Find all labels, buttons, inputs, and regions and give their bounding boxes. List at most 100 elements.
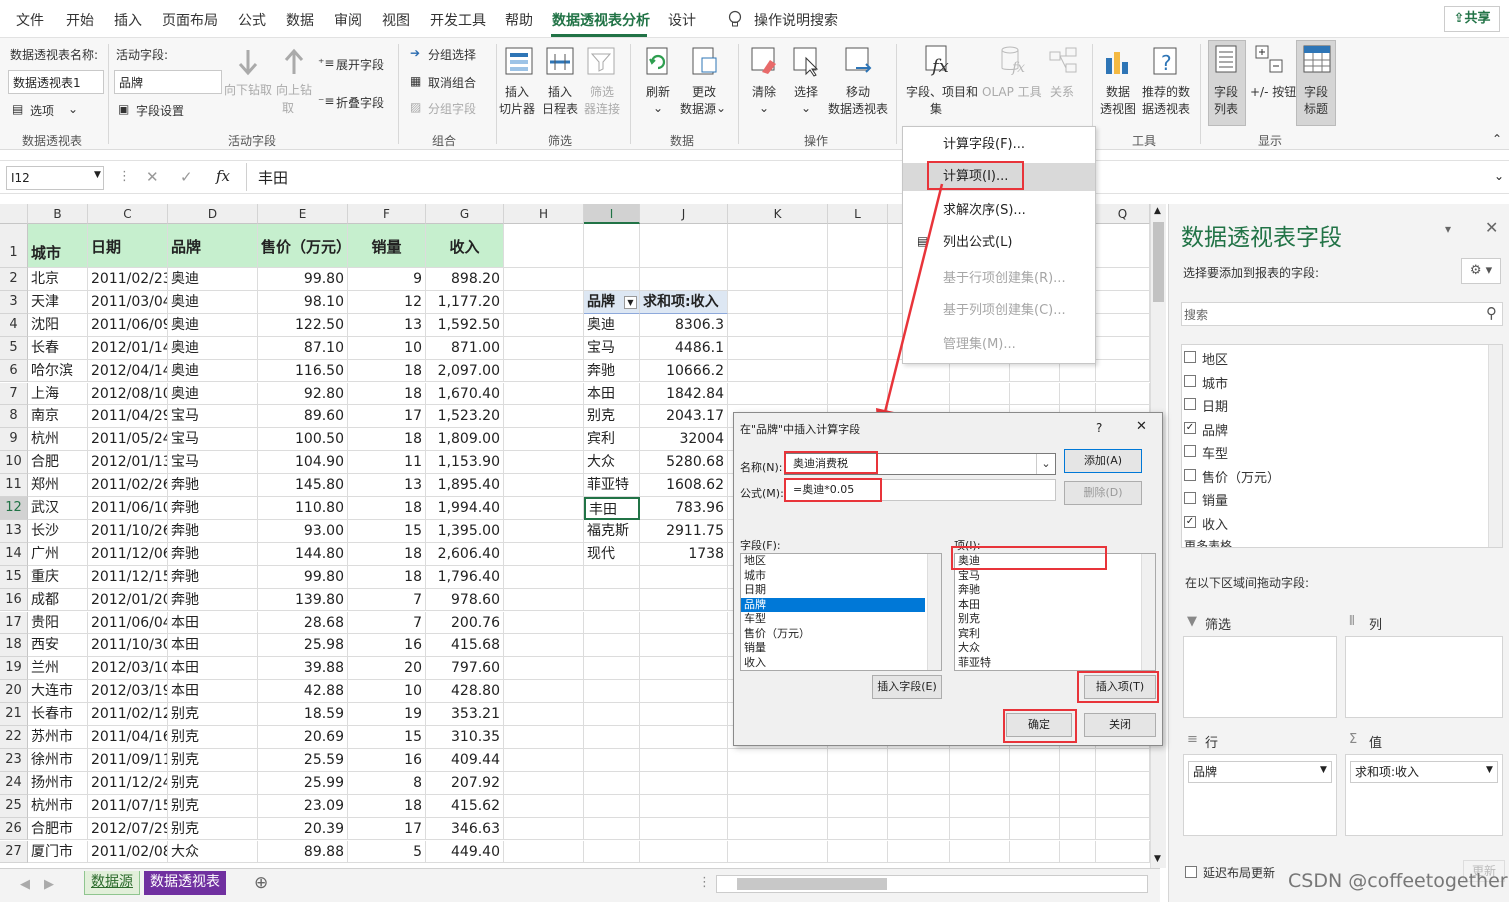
table-cell[interactable]: 2011/06/09 (88, 313, 168, 337)
grid-cell[interactable] (1060, 382, 1096, 406)
table-cell[interactable]: 2012/01/13 (88, 451, 168, 475)
grid-cell[interactable] (1096, 771, 1150, 795)
table-cell[interactable]: 16 (348, 634, 426, 658)
table-cell[interactable]: 奔驰 (168, 474, 258, 497)
grid-cell[interactable] (504, 359, 584, 383)
tab-data[interactable]: 数据 (286, 10, 314, 30)
grid-cell[interactable] (950, 748, 1010, 772)
table-cell[interactable]: 本田 (168, 657, 258, 681)
column-header[interactable]: K (728, 204, 828, 224)
grid-cell[interactable] (828, 771, 888, 795)
chevron-down-icon[interactable]: ▼ (1486, 765, 1493, 775)
drill-up-button[interactable]: 向上钻 (276, 82, 312, 99)
grid-cell[interactable] (640, 611, 728, 635)
table-cell[interactable]: 2011/02/12 (88, 703, 168, 726)
grid-cell[interactable] (1010, 840, 1060, 864)
table-cell[interactable]: 别克 (168, 703, 258, 726)
collapse-ribbon-icon[interactable]: ⌃ (1492, 132, 1502, 146)
dialog-item[interactable]: 菲亚特 (955, 656, 1155, 671)
insert-item-button[interactable]: 插入项(T) (1084, 675, 1156, 699)
row-header[interactable]: 6 (0, 359, 28, 383)
table-cell[interactable]: 别克 (168, 726, 258, 749)
table-cell[interactable]: 16 (348, 748, 426, 772)
table-cell[interactable]: 别克 (168, 817, 258, 841)
row-header[interactable]: 2 (0, 268, 28, 291)
table-cell[interactable]: 长春市 (28, 703, 88, 726)
values-field-chip[interactable]: 求和项:收入 (1350, 761, 1498, 783)
grid-cell[interactable] (584, 748, 640, 772)
grid-cell[interactable] (584, 588, 640, 612)
table-cell[interactable]: 2011/12/06 (88, 542, 168, 566)
dialog-item[interactable]: 别克 (955, 612, 1155, 627)
filters-drop-zone[interactable] (1183, 636, 1337, 718)
list-scrollbar[interactable] (927, 554, 941, 670)
share-button[interactable]: ⇪共享 (1444, 6, 1500, 32)
table-cell[interactable]: 奥迪 (168, 382, 258, 406)
grid-cell[interactable] (1096, 840, 1150, 864)
table-cell[interactable]: 2011/12/15 (88, 565, 168, 589)
pivot-row-label[interactable]: 本田 (584, 382, 640, 406)
table-cell[interactable]: 10 (348, 336, 426, 360)
row-header[interactable]: 1 (0, 224, 28, 268)
grid-cell[interactable] (728, 336, 828, 360)
tab-insert[interactable]: 插入 (114, 10, 142, 30)
table-cell[interactable]: 200.76 (426, 611, 504, 635)
table-cell[interactable]: 重庆 (28, 565, 88, 589)
table-cell[interactable]: 415.68 (426, 634, 504, 658)
table-cell[interactable]: 2,097.00 (426, 359, 504, 383)
grid-cell[interactable] (504, 680, 584, 704)
table-cell[interactable]: 2012/01/20 (88, 588, 168, 612)
collapse-field-button[interactable]: 折叠字段 (336, 94, 384, 111)
pivot-name-input[interactable]: 数据透视表1 (8, 70, 104, 94)
row-header[interactable]: 10 (0, 451, 28, 475)
select-button[interactable]: 选择 (794, 84, 818, 101)
table-cell[interactable]: 110.80 (258, 497, 348, 520)
dialog-field-item[interactable]: 售价（万元） (741, 627, 941, 642)
insert-field-button[interactable]: 插入字段(E) (872, 675, 942, 699)
rows-field-chip[interactable]: 品牌 (1188, 761, 1332, 783)
table-cell[interactable]: 25.59 (258, 748, 348, 772)
table-cell[interactable]: 杭州 (28, 428, 88, 452)
table-cell[interactable]: 99.80 (258, 565, 348, 589)
name-box[interactable]: I12 (6, 166, 104, 190)
clear-button[interactable]: 清除 (752, 84, 776, 101)
table-cell[interactable]: 18 (348, 565, 426, 589)
insert-function-icon[interactable]: fx (216, 167, 230, 185)
grid-cell[interactable] (950, 771, 1010, 795)
grid-cell[interactable] (584, 726, 640, 749)
dialog-item[interactable]: 奥迪 (955, 554, 1155, 569)
pivot-row-label[interactable]: 宝马 (584, 336, 640, 360)
add-sheet-icon[interactable]: ⊕ (254, 873, 268, 893)
grid-cell[interactable] (640, 703, 728, 726)
row-header[interactable]: 25 (0, 794, 28, 818)
table-cell[interactable]: 17 (348, 405, 426, 429)
dialog-item[interactable]: 奔驰 (955, 583, 1155, 598)
ok-button[interactable]: 确定 (1006, 713, 1072, 737)
table-cell[interactable]: 42.88 (258, 680, 348, 704)
fields-items-sets-button[interactable]: 字段、项目和 (906, 84, 978, 101)
tab-view[interactable]: 视图 (382, 10, 410, 30)
grid-cell[interactable] (1060, 748, 1096, 772)
column-header[interactable]: D (168, 204, 258, 224)
grid-cell[interactable] (1096, 290, 1150, 314)
field-checkbox[interactable]: ✓ (1184, 515, 1196, 528)
grid-cell[interactable] (504, 588, 584, 612)
next-sheet-icon[interactable]: ▶ (44, 877, 54, 892)
grid-cell[interactable] (728, 817, 828, 841)
table-cell[interactable]: 13 (348, 313, 426, 337)
dialog-field-item[interactable]: 城市 (741, 569, 941, 584)
table-cell[interactable]: 18 (348, 794, 426, 818)
table-cell[interactable]: 2011/12/24 (88, 771, 168, 795)
grid-cell[interactable] (728, 771, 828, 795)
table-cell[interactable]: 139.80 (258, 588, 348, 612)
tell-me-search[interactable]: 操作说明搜索 (754, 10, 838, 30)
grid-cell[interactable] (640, 748, 728, 772)
grid-cell[interactable] (584, 703, 640, 726)
grid-cell[interactable] (1060, 771, 1096, 795)
table-cell[interactable]: 2,606.40 (426, 542, 504, 566)
grid-cell[interactable] (728, 359, 828, 383)
column-header[interactable]: Q (1096, 204, 1150, 224)
grid-cell[interactable] (640, 565, 728, 589)
grid-cell[interactable] (584, 771, 640, 795)
pivot-row-value[interactable]: 1738 (640, 542, 728, 566)
